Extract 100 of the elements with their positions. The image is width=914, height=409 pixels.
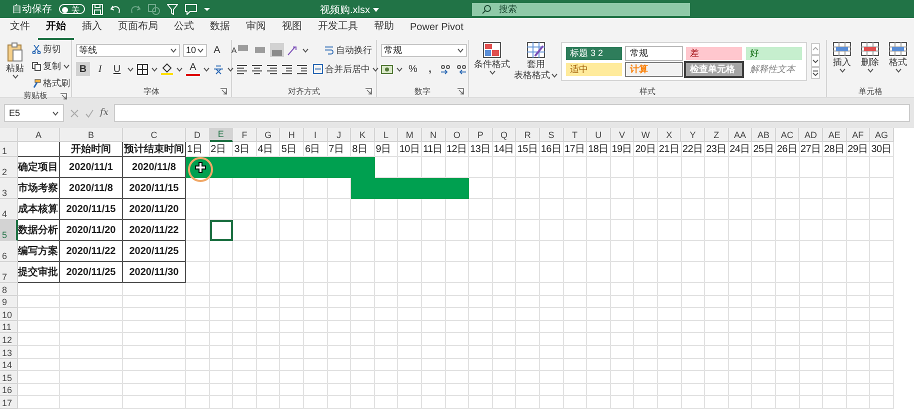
underline-button[interactable]: U	[110, 62, 124, 76]
row-header[interactable]: 5	[0, 220, 18, 241]
grow-font-button[interactable]: A	[210, 43, 224, 57]
font-name-dropdown[interactable]: 等线	[76, 44, 180, 56]
column-header[interactable]: AD	[799, 128, 824, 142]
column-header[interactable]: E	[210, 128, 234, 142]
insert-cells-button[interactable]: 插入	[831, 42, 853, 85]
ribbon-tab[interactable]: 视图	[274, 19, 310, 40]
caret-icon[interactable]	[866, 68, 874, 73]
caret-icon[interactable]	[457, 48, 464, 52]
column-header[interactable]: P	[469, 128, 493, 142]
dialog-launcher-icon[interactable]	[220, 88, 227, 95]
column-header[interactable]: Q	[492, 128, 516, 142]
ribbon-tab[interactable]: 页面布局	[110, 19, 166, 40]
font-size-dropdown[interactable]: 10	[183, 44, 207, 56]
delete-cells-button[interactable]: 删除	[859, 42, 881, 85]
column-header[interactable]: H	[280, 128, 304, 142]
caret-icon[interactable]	[373, 8, 379, 12]
dialog-launcher-icon[interactable]	[365, 88, 372, 95]
column-header[interactable]: U	[587, 128, 611, 142]
italic-button[interactable]: I	[93, 62, 107, 76]
format-painter-button[interactable]: 格式刷	[30, 76, 72, 90]
ribbon-tab[interactable]: 数据	[202, 19, 238, 40]
column-header[interactable]: Z	[705, 128, 729, 142]
ribbon-tab[interactable]: 开发工具	[310, 19, 366, 40]
row-header[interactable]: 4	[0, 199, 18, 220]
column-header[interactable]: V	[610, 128, 634, 142]
column-header[interactable]: M	[398, 128, 422, 142]
column-header[interactable]: T	[564, 128, 588, 142]
column-header[interactable]: AA	[728, 128, 752, 142]
cell-style[interactable]: 差	[686, 47, 742, 60]
caret-icon[interactable]	[488, 70, 496, 75]
comment-icon[interactable]	[185, 4, 197, 14]
insert-function-button[interactable]: fx	[100, 108, 108, 118]
column-header[interactable]: N	[422, 128, 446, 142]
row-header[interactable]: 6	[0, 241, 18, 262]
decrease-indent-icon[interactable]	[281, 64, 293, 74]
decrease-decimal-icon[interactable]	[455, 64, 467, 74]
caret-icon[interactable]	[396, 66, 403, 72]
caret-icon[interactable]	[227, 66, 234, 72]
increase-indent-icon[interactable]	[296, 64, 308, 74]
align-right-icon[interactable]	[266, 64, 278, 74]
save-icon[interactable]	[92, 4, 103, 14]
increase-decimal-icon[interactable]	[440, 64, 452, 74]
more-styles-icon[interactable]	[811, 67, 820, 79]
comma-style-button[interactable]: ,	[423, 62, 437, 76]
column-header[interactable]: D	[186, 128, 210, 142]
ribbon-tab[interactable]: 帮助	[366, 19, 402, 40]
format-cells-button[interactable]: 格式	[887, 42, 909, 85]
row-header[interactable]: 7	[0, 262, 18, 283]
column-header[interactable]: B	[60, 128, 123, 142]
copy-button[interactable]: 复制	[30, 59, 72, 73]
caret-icon[interactable]	[127, 66, 134, 72]
caret-icon[interactable]	[176, 66, 183, 72]
dialog-launcher-icon[interactable]	[457, 88, 464, 95]
row-header[interactable]: 9	[0, 296, 18, 308]
column-header[interactable]: AF	[846, 128, 870, 142]
column-header[interactable]: AB	[752, 128, 776, 142]
format-as-table-button[interactable]: 套用 表格格式	[515, 42, 557, 85]
column-header[interactable]: AG	[870, 128, 894, 142]
caret-icon[interactable]	[894, 68, 902, 73]
search-field[interactable]: 搜索	[472, 3, 690, 16]
customize-toolbar-icon[interactable]	[204, 6, 210, 12]
column-header[interactable]: K	[351, 128, 375, 142]
caret-icon[interactable]	[302, 48, 309, 52]
column-header[interactable]: A	[18, 128, 60, 142]
ribbon-tab[interactable]: 插入	[74, 19, 110, 40]
row-header[interactable]: 16	[0, 384, 18, 396]
scroll-down-icon[interactable]	[811, 55, 820, 67]
column-header[interactable]: R	[516, 128, 540, 142]
ribbon-tab[interactable]: 文件	[2, 19, 38, 40]
row-header[interactable]: 2	[0, 157, 18, 178]
column-header[interactable]: G	[256, 128, 280, 142]
column-header[interactable]: Y	[681, 128, 706, 142]
vertical-align-icon[interactable]	[270, 43, 284, 57]
wrap-text-button[interactable]: 自动换行	[322, 43, 374, 57]
align-center-icon[interactable]	[251, 64, 263, 74]
column-header[interactable]: AC	[776, 128, 800, 142]
column-header[interactable]: J	[328, 128, 352, 142]
column-header[interactable]: C	[123, 128, 186, 142]
shrink-font-button[interactable]: A	[227, 43, 241, 57]
conditional-formatting-button[interactable]: 条件格式	[473, 42, 511, 85]
cell-style[interactable]: 常规	[626, 47, 682, 60]
caret-icon[interactable]	[52, 110, 59, 116]
caret-icon[interactable]	[151, 66, 158, 72]
ribbon-tab[interactable]: 审阅	[238, 19, 274, 40]
filter-icon[interactable]	[167, 4, 178, 14]
column-header[interactable]: L	[374, 128, 398, 142]
caret-icon[interactable]	[372, 66, 379, 72]
phonetic-guide-icon[interactable]	[213, 64, 224, 74]
text-orientation-icon[interactable]	[287, 44, 299, 56]
borders-icon[interactable]	[137, 64, 148, 74]
caret-icon[interactable]	[197, 48, 204, 52]
row-header[interactable]: 17	[0, 396, 18, 409]
caret-icon[interactable]	[551, 72, 558, 78]
cell-style[interactable]: 适中	[566, 63, 622, 76]
selected-cell[interactable]	[210, 220, 234, 241]
caret-icon[interactable]	[203, 66, 210, 72]
row-header[interactable]: 8	[0, 283, 18, 296]
column-header[interactable]: AE	[823, 128, 847, 142]
